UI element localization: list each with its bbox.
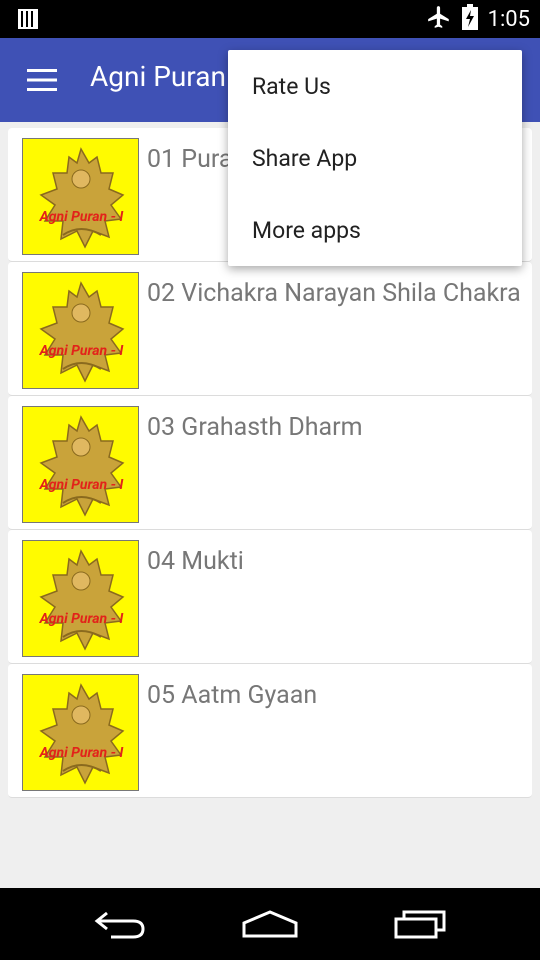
airplane-mode-icon	[426, 4, 452, 34]
status-time: 1:05	[487, 6, 530, 32]
home-icon[interactable]	[230, 904, 310, 944]
list-item-label: 04 Mukti	[147, 547, 244, 576]
thumbnail-caption: Agni Puran - I	[39, 477, 124, 493]
list-item[interactable]: Agni Puran - I 04 Mukti	[8, 530, 532, 664]
list-item-label: 02 Vichakra Narayan Shila Chakra	[147, 279, 521, 308]
menu-item-more-apps[interactable]: More apps	[228, 194, 522, 266]
status-bar: 1:05	[0, 0, 540, 38]
navigation-bar	[0, 888, 540, 960]
notification-bars-icon	[18, 9, 38, 33]
chapter-thumbnail: Agni Puran - I	[22, 272, 139, 389]
thumbnail-caption: Agni Puran - I	[39, 209, 124, 225]
menu-item-share-app[interactable]: Share App	[228, 122, 522, 194]
chapter-thumbnail: Agni Puran - I	[22, 138, 139, 255]
recent-apps-icon[interactable]	[380, 904, 460, 944]
overflow-menu: Rate Us Share App More apps	[228, 50, 522, 266]
thumbnail-caption: Agni Puran - I	[39, 343, 124, 359]
thumbnail-caption: Agni Puran - I	[39, 611, 124, 627]
list-item-label: 03 Grahasth Dharm	[147, 413, 363, 442]
hamburger-menu-icon[interactable]	[20, 62, 64, 98]
chapter-thumbnail: Agni Puran - I	[22, 540, 139, 657]
chapter-thumbnail: Agni Puran - I	[22, 674, 139, 791]
app-title: Agni Puran	[90, 60, 226, 93]
list-item[interactable]: Agni Puran - I 03 Grahasth Dharm	[8, 396, 532, 530]
thumbnail-caption: Agni Puran - I	[39, 745, 124, 761]
menu-item-rate-us[interactable]: Rate Us	[228, 50, 522, 122]
list-item-label: 05 Aatm Gyaan	[147, 681, 318, 710]
list-item[interactable]: Agni Puran - I 05 Aatm Gyaan	[8, 664, 532, 798]
battery-charging-icon	[461, 4, 478, 34]
chapter-thumbnail: Agni Puran - I	[22, 406, 139, 523]
back-icon[interactable]	[80, 904, 160, 944]
list-item[interactable]: Agni Puran - I 02 Vichakra Narayan Shila…	[8, 262, 532, 396]
